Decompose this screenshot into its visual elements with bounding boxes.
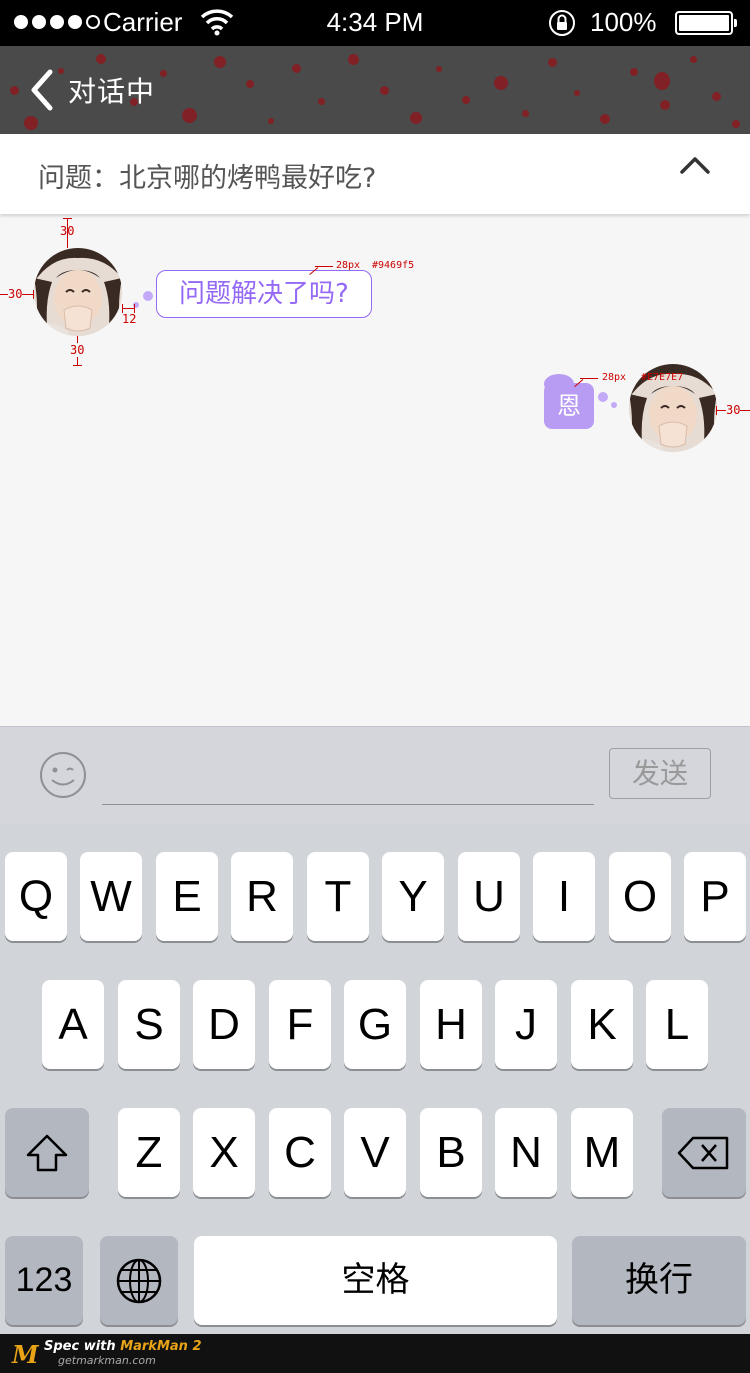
key-g[interactable]: G xyxy=(344,980,406,1069)
status-bar: Carrier 4:34 PM 100% xyxy=(0,0,750,46)
spacing-annotation: 12 xyxy=(122,312,137,326)
key-p[interactable]: P xyxy=(684,852,746,941)
globe-key[interactable] xyxy=(100,1236,178,1325)
spacing-annotation: 30 xyxy=(8,287,23,301)
question-banner: 问题：北京哪的烤鸭最好吃? xyxy=(0,134,750,214)
key-n[interactable]: N xyxy=(495,1108,557,1197)
message-composer: 发送 xyxy=(0,726,750,824)
key-m[interactable]: M xyxy=(571,1108,633,1197)
keyboard: Q W E R T Y U I O P A S D F G H J K L Z … xyxy=(0,824,750,1334)
spacing-annotation: 30 xyxy=(70,343,85,357)
return-key[interactable]: 换行 xyxy=(572,1236,746,1325)
smiley-icon xyxy=(40,752,86,798)
spacing-annotation: 30 xyxy=(726,403,741,417)
key-z[interactable]: Z xyxy=(118,1108,180,1197)
key-f[interactable]: F xyxy=(269,980,331,1069)
key-w[interactable]: W xyxy=(80,852,142,941)
message-input[interactable] xyxy=(102,751,594,805)
key-i[interactable]: I xyxy=(533,852,595,941)
message-text: 恩 xyxy=(557,392,581,420)
color-annotation: #9469f5 xyxy=(372,260,415,271)
message-bubble-incoming: 问题解决了吗? xyxy=(156,270,372,318)
emoji-button[interactable] xyxy=(39,751,87,799)
message-bubble-outgoing: 恩 xyxy=(544,374,594,429)
key-h[interactable]: H xyxy=(420,980,482,1069)
shift-key[interactable] xyxy=(5,1108,89,1197)
back-button[interactable] xyxy=(28,68,68,112)
key-d[interactable]: D xyxy=(193,980,255,1069)
key-k[interactable]: K xyxy=(571,980,633,1069)
key-a[interactable]: A xyxy=(42,980,104,1069)
battery-percentage: 100% xyxy=(590,7,657,37)
globe-icon xyxy=(116,1258,162,1303)
brand-name: MarkMan 2 xyxy=(120,1339,202,1354)
key-l[interactable]: L xyxy=(646,980,708,1069)
font-size-annotation: 28px xyxy=(336,260,361,271)
chevron-left-icon xyxy=(31,69,53,111)
space-key[interactable]: 空格 xyxy=(194,1236,557,1325)
spacing-annotation: 30 xyxy=(60,224,75,238)
key-e[interactable]: E xyxy=(156,852,218,941)
navigation-bar: 对话中 xyxy=(0,46,750,134)
question-text: 问题：北京哪的烤鸭最好吃? xyxy=(38,163,377,194)
chevron-up-icon xyxy=(680,157,710,174)
key-x[interactable]: X xyxy=(193,1108,255,1197)
rotation-lock-icon xyxy=(548,9,576,41)
battery-icon xyxy=(675,11,737,35)
color-annotation: #E7E7E7 xyxy=(641,372,684,383)
key-q[interactable]: Q xyxy=(5,852,67,941)
bubble-tail-dot xyxy=(143,291,153,301)
shift-icon xyxy=(26,1134,68,1171)
key-o[interactable]: O xyxy=(609,852,671,941)
site-url: getmarkman.com xyxy=(58,1354,156,1367)
key-y[interactable]: Y xyxy=(382,852,444,941)
key-b[interactable]: B xyxy=(420,1108,482,1197)
backspace-icon xyxy=(677,1136,729,1169)
bubble-tail-dot xyxy=(611,402,617,408)
markman-logo: M xyxy=(12,1340,39,1369)
spec-credit: Spec with MarkMan 2 xyxy=(44,1339,202,1354)
delete-key[interactable] xyxy=(662,1108,746,1197)
key-j[interactable]: J xyxy=(495,980,557,1069)
markman-footer: M Spec with MarkMan 2 getmarkman.com xyxy=(0,1334,750,1373)
key-c[interactable]: C xyxy=(269,1108,331,1197)
key-v[interactable]: V xyxy=(344,1108,406,1197)
key-u[interactable]: U xyxy=(458,852,520,941)
page-title: 对话中 xyxy=(68,75,156,108)
send-button[interactable]: 发送 xyxy=(609,748,711,799)
bubble-tail-dot xyxy=(598,392,608,402)
key-t[interactable]: T xyxy=(307,852,369,941)
key-r[interactable]: R xyxy=(231,852,293,941)
font-size-annotation: 28px xyxy=(602,372,627,383)
avatar[interactable] xyxy=(34,248,122,336)
key-s[interactable]: S xyxy=(118,980,180,1069)
collapse-button[interactable] xyxy=(676,148,714,182)
numbers-key[interactable]: 123 xyxy=(5,1236,83,1325)
